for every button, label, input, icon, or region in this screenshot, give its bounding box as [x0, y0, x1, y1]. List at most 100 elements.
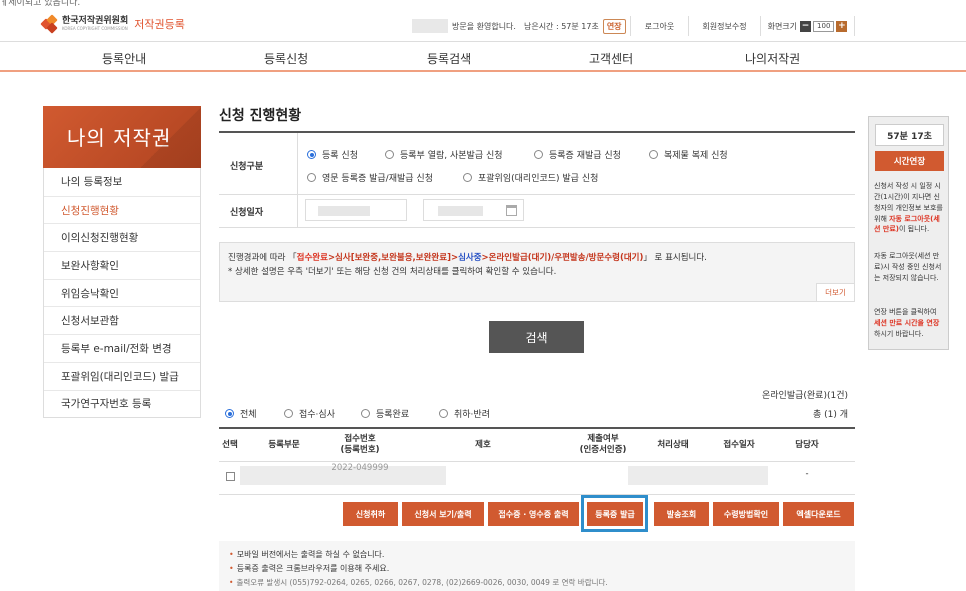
print-receipt-button[interactable]: 접수증 · 영수증 출력 [488, 502, 579, 526]
filter-radio-withdrawn[interactable]: 취하·반려 [439, 407, 490, 420]
sidebar-menu: 나의 등록정보 신청진행현황 이의신청진행현황 보완사항확인 위임승낙확인 신청… [43, 168, 201, 419]
remaining-time: 남은시간 : 57분 17초 [523, 21, 599, 31]
table-head-sep [219, 461, 855, 462]
type-radio-copy[interactable]: 복제물 복제 신청 [649, 148, 728, 161]
sidebar-banner-title: 나의 저작권 [67, 126, 172, 150]
sidebar-item-supplement-check[interactable]: 보완사항확인 [44, 251, 200, 279]
filter-radio-all[interactable]: 전체 [225, 407, 257, 420]
sidebar-item-researcher-number[interactable]: 국가연구자번호 등록 [44, 389, 200, 418]
zoom-control: 화면크기 − 100 + [760, 16, 855, 36]
receipt-method-button[interactable]: 수령방법확인 [713, 502, 779, 526]
date-label: 신청일자 [230, 208, 264, 218]
member-edit-link[interactable]: 회원정보수정 [688, 16, 760, 36]
date-start-input[interactable] [305, 199, 407, 221]
sidebar-item-delegation-check[interactable]: 위임승낙확인 [44, 278, 200, 307]
form-row-sep [219, 194, 855, 195]
nav-my-copyright[interactable]: 나의저작권 [745, 50, 800, 67]
excel-download-button[interactable]: 엑셀다운로드 [783, 502, 854, 526]
th-select: 선택 [222, 440, 238, 450]
calendar-icon[interactable] [506, 205, 517, 216]
highlight-frame [581, 495, 648, 532]
logo[interactable]: 한국저작권위원회 KOREA COPYRIGHT COMMISSION 저작권등… [40, 14, 185, 34]
filter-radio-completed[interactable]: 등록완료 [361, 407, 409, 420]
type-radio-english[interactable]: 영문 등록증 발급/재발급 신청 [307, 171, 433, 184]
zoom-value: 100 [813, 20, 835, 32]
session-info: 방문을 환영합니다. 남은시간 : 57분 17초 연장 [412, 17, 626, 35]
date-end-input[interactable] [423, 199, 524, 221]
row-checkbox[interactable] [226, 472, 235, 481]
status-info-line2: * 상세한 설명은 우측 '더보기' 또는 해당 신청 건의 처리상태를 클릭하… [228, 267, 557, 277]
top-partial-text: ㅔ세이되고 었읍니다. [0, 0, 81, 8]
filter-radio-review[interactable]: 접수·심사 [284, 407, 335, 420]
sidebar-item-agent-code[interactable]: 포괄위임(대리인코드) 발급 [44, 361, 200, 390]
form-bottom-sep [219, 227, 855, 228]
shipping-check-button[interactable]: 발송조회 [654, 502, 709, 526]
sidebar-item-contact-change[interactable]: 등록부 e-mail/전화 변경 [44, 334, 200, 362]
radio-checked-icon [307, 150, 316, 159]
nav-registration-apply[interactable]: 등록신청 [264, 50, 308, 67]
session-note-3: 연장 버튼을 클릭하여 세션 만료 시간을 연장하시기 바랍니다. [874, 308, 940, 338]
sidebar-item-objection-status[interactable]: 이의신청진행현황 [44, 223, 200, 251]
status-info-line1: 진행경과에 따라 「접수완료>심사[보완중,보완불응,보완완료]>심사중>온라인… [228, 253, 707, 263]
more-button[interactable]: 더보기 [816, 283, 854, 301]
table-bottom-sep [219, 494, 855, 495]
radio-icon [439, 409, 448, 418]
th-category: 등록부문 [268, 440, 300, 450]
th-manager: 담당자 [795, 440, 819, 450]
note-contact: • 출력오류 발생시 (055)792-0264, 0265, 0266, 026… [229, 578, 608, 587]
zoom-label: 화면크기 [767, 21, 798, 31]
sidebar-item-application-status[interactable]: 신청진행현황 [44, 195, 200, 224]
user-name-blur [412, 19, 448, 33]
session-note-1: 신청서 작성 시 일정 시간(1시간)이 지나면 신청자의 개인정보 보호를 위… [874, 182, 943, 234]
welcome-text: 방문을 환영합니다. [452, 21, 516, 31]
type-radio-viewing[interactable]: 등록부 열람, 사본발급 신청 [385, 148, 503, 161]
status-info-box: 진행경과에 따라 「접수완료>심사[보완중,보완불응,보완완료]>심사중>온라인… [219, 242, 855, 302]
row-blurred-cells-2 [628, 466, 768, 485]
nav-registration-guide[interactable]: 등록안내 [102, 50, 146, 67]
sidebar-item-application-storage[interactable]: 신청서보관함 [44, 306, 200, 334]
session-extend-button[interactable]: 시간연장 [875, 151, 944, 171]
notes-box: • 모바일 버전에서는 출력을 하실 수 없습니다. • 등록증 출력은 크롬브라우… [219, 541, 855, 591]
session-note-2: 자동 로그아웃(세션 만료)시 작성 중인 신청서는 저장되지 않습니다. [874, 252, 942, 282]
online-issue-count: 온라인발급(완료)(1건) [761, 391, 848, 401]
type-radio-agent-code[interactable]: 포괄위임(대리인코드) 발급 신청 [463, 171, 598, 184]
form-divider [297, 133, 298, 228]
withdraw-button[interactable]: 신청취하 [343, 502, 398, 526]
zoom-in-icon[interactable]: + [836, 20, 848, 32]
radio-icon [284, 409, 293, 418]
search-button[interactable]: 검색 [489, 321, 584, 353]
radio-icon [307, 173, 316, 182]
logo-english: KOREA COPYRIGHT COMMISSION [62, 26, 128, 31]
nav-registration-search[interactable]: 등록검색 [427, 50, 471, 67]
th-receipt-no: 접수번호 (등록번호) [340, 434, 380, 456]
logout-link[interactable]: 로그아웃 [630, 16, 688, 36]
type-radio-reissue[interactable]: 등록증 재발급 신청 [534, 148, 621, 161]
nav-customer-center[interactable]: 고객센터 [589, 50, 633, 67]
radio-icon [649, 150, 658, 159]
row-manager: - [805, 469, 809, 479]
page-title: 신청 진행현황 [219, 108, 302, 124]
type-radio-register[interactable]: 등록 신청 [307, 148, 358, 161]
main-nav: 등록안내 등록신청 등록검색 고객센터 나의저작권 [0, 42, 966, 72]
zoom-out-icon[interactable]: − [800, 20, 812, 32]
th-date: 접수일자 [723, 440, 755, 450]
type-label: 신청구분 [230, 162, 264, 172]
sidebar-item-my-registration[interactable]: 나의 등록정보 [44, 168, 200, 196]
th-title: 제호 [475, 440, 491, 450]
logo-icon [40, 14, 58, 34]
top-strip: ㅔ세이되고 었읍니다. [0, 0, 966, 8]
table-head-rule [219, 427, 855, 429]
title-rule [219, 131, 855, 133]
note-chrome: • 등록증 출력은 크롬브라우저를 이용해 주세요. [229, 564, 390, 573]
radio-icon [534, 150, 543, 159]
view-application-button[interactable]: 신청서 보기/출력 [402, 502, 484, 526]
radio-icon [361, 409, 370, 418]
row-receipt-no[interactable]: 2022-049999 [330, 463, 390, 474]
session-time: 57분 17초 [875, 124, 944, 146]
radio-checked-icon [225, 409, 234, 418]
logo-korean: 한국저작권위원회 [62, 16, 129, 26]
note-mobile: • 모바일 버전에서는 출력을 하실 수 없습니다. [229, 550, 385, 559]
header-extend-button[interactable]: 연장 [602, 18, 626, 34]
total-count: 총 (1) 개 [812, 410, 848, 420]
radio-icon [385, 150, 394, 159]
